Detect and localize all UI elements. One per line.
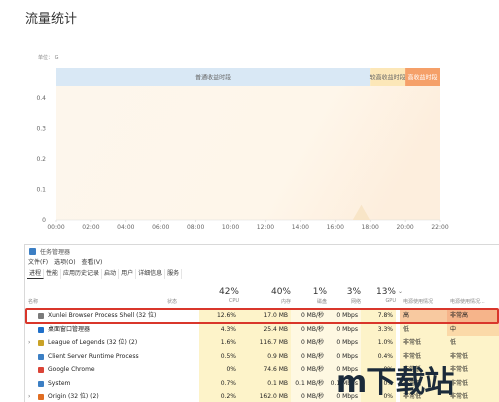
cell-gpu: 1.0% [361,336,396,350]
task-manager-icon [29,247,36,255]
cell-power-trend: 低 [447,336,499,350]
cell-memory: 25.4 MB [239,322,291,336]
chart-x-tick-label: 16:00 [327,224,344,231]
chart-x-tick-label: 08:00 [187,224,204,231]
menu-view[interactable]: 查看(V) [82,258,103,268]
cell-network: 0 Mbps [327,322,361,336]
cell-memory: 0.1 MB [239,376,291,390]
cell-disk: 0 MB/秒 [291,390,327,402]
tab-performance[interactable]: 性能 [44,269,62,279]
column-header-power-trend[interactable]: 电源使用情况... [450,298,485,305]
task-manager-tabs: 进程 性能 应用历史记录 启动 用户 详细信息 服务 [25,269,183,279]
cell-disk: 0 MB/秒 [291,336,327,350]
cell-power-trend: 非常低 [447,390,499,402]
chart-x-tick-label: 12:00 [257,224,274,231]
chart-x-tick-label: 14:00 [292,224,309,231]
chart-band-label: 较高收益时段 [370,74,406,82]
column-header-gpu-pct[interactable]: 13% [356,287,396,297]
chart-band-label: 普通收益时段 [195,74,231,82]
task-manager-menubar: 文件(F) 选项(O) 查看(V) [25,258,108,268]
process-name: System [48,379,71,387]
chart-x-tick-label: 22:00 [431,224,448,231]
cell-power: 非常低 [400,336,447,350]
cell-power-trend: 非常低 [447,363,499,377]
menu-options[interactable]: 选项(O) [54,258,75,268]
sort-caret-icon: ⌄ [398,288,404,295]
column-header-network-pct[interactable]: 3% [321,287,361,297]
cell-network: 0 Mbps [327,336,361,350]
page-title: 流量统计 [25,12,78,27]
cell-cpu: 0% [199,363,239,377]
chart-y-tick-label: 0.2 [36,156,46,163]
cell-disk: 0.1 MB/秒 [291,376,327,390]
column-header-cpu-pct[interactable]: 42% [199,287,239,297]
column-header-memory[interactable]: 内存 [251,298,291,305]
cell-disk: 0 MB/秒 [291,349,327,363]
chart-y-tick-label: 0 [42,217,46,224]
cell-cpu: 4.3% [199,322,239,336]
column-header-network[interactable]: 网络 [321,298,361,305]
cell-gpu: 3.3% [361,322,396,336]
process-name: Client Server Runtime Process [48,352,139,360]
process-name: 桌面窗口管理器 [48,325,91,333]
column-header-cpu[interactable]: CPU [199,298,239,304]
cell-cpu: 0.2% [199,390,239,402]
expand-chevron-icon[interactable]: › [28,390,30,402]
chart-x-tick-label: 20:00 [396,224,413,231]
cell-disk: 0 MB/秒 [291,322,327,336]
process-name: League of Legends (32 位) (2) [48,339,138,346]
traffic-chart: 普通收益时段 较高收益时段 高收益时段 0.4 0.3 0.2 0.1 000:00 02:00… [36,68,449,231]
table-row[interactable]: 桌面窗口管理器 4.3% 25.4 MB 0 MB/秒 0 Mbps 3.3% 低中 [25,322,499,336]
tab-services[interactable]: 服务 [165,269,183,279]
cell-cpu: 1.6% [199,336,239,350]
tab-users[interactable]: 用户 [119,269,137,279]
process-icon [38,380,44,387]
chart-y-tick-label: 0.3 [36,126,46,133]
process-icon [38,394,44,400]
chart-plot-background [56,86,440,220]
cell-cpu: 0.7% [199,376,239,390]
column-header-status[interactable]: 状态 [167,298,177,305]
expand-chevron-icon[interactable]: › [28,336,30,350]
cell-memory: 162.0 MB [239,390,291,402]
cell-memory: 74.6 MB [239,363,291,377]
chart-y-tick-label: 0.1 [36,187,46,194]
menu-file[interactable]: 文件(F) [28,258,48,268]
tab-details[interactable]: 详细信息 [136,269,166,279]
cell-disk: 0 MB/秒 [291,363,327,377]
task-manager-titlebar: 任务管理器 [25,245,499,257]
column-header-power[interactable]: 电源使用情况 [403,298,433,305]
chart-y-tick-label: 0.4 [36,95,46,102]
cell-power: 低 [400,322,447,336]
chart-x-tick-label: 18:00 [362,224,379,231]
cell-power-trend: 非常低 [447,349,499,363]
cell-memory: 116.7 MB [239,336,291,350]
column-header-name[interactable]: 名称 [28,298,38,305]
column-header-memory-pct[interactable]: 40% [251,287,291,297]
tab-startup[interactable]: 启动 [102,269,120,279]
column-header-gpu[interactable]: GPU [356,298,396,304]
process-name: Google Chrome [48,366,95,373]
chart-band-label: 高收益时段 [408,74,438,82]
table-row[interactable]: › League of Legends (32 位) (2) 1.6% 116.7 M… [25,336,499,350]
process-icon [38,340,44,346]
process-name: Origin (32 位) (2) [48,393,99,400]
process-icon [38,353,44,360]
highlight-box [25,308,499,324]
chart-x-tick-label: 10:00 [222,224,239,231]
task-manager-title: 任务管理器 [40,248,71,256]
chart-x-tick-label: 06:00 [152,224,169,231]
chart-x-tick-label: 02:00 [82,224,99,231]
chart-x-tick-label: 04:00 [117,224,134,231]
watermark-logo: m下载站 [336,365,454,400]
process-icon [38,326,44,333]
cell-power-trend: 中 [447,322,499,336]
cell-memory: 0.9 MB [239,349,291,363]
cell-power-trend: 非常低 [447,376,499,390]
chart-x-tick-label: 00:00 [47,224,64,231]
tab-app-history[interactable]: 应用历史记录 [61,269,103,279]
tab-processes[interactable]: 进程 [27,269,45,279]
cell-cpu: 0.5% [199,349,239,363]
process-icon [38,367,44,373]
